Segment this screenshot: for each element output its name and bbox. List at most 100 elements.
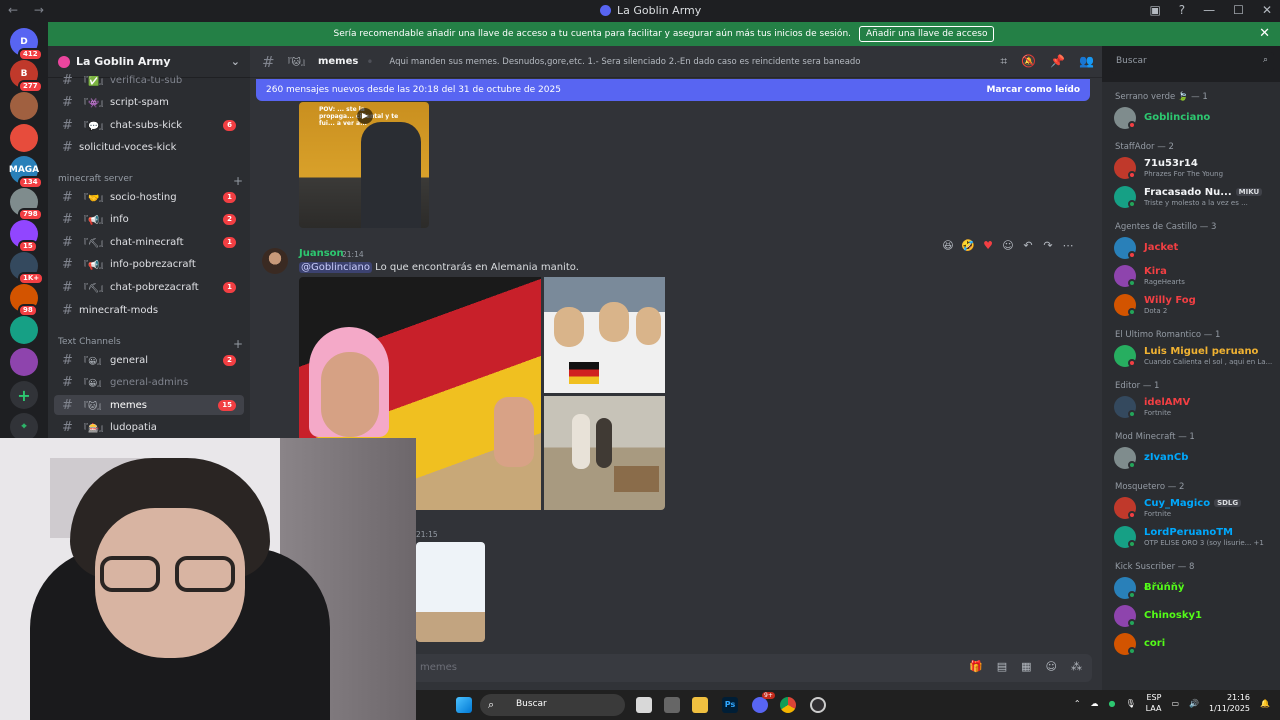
channel-chat-subs-kick[interactable]: # 『💬』 chat-subs-kick 6: [54, 115, 244, 135]
member-item[interactable]: Chinosky1: [1114, 604, 1274, 628]
channel-socio-hosting[interactable]: # 『🤝』 socio-hosting 1: [54, 187, 244, 207]
mic-icon[interactable]: 🎙: [1126, 699, 1136, 708]
tray-app-icon[interactable]: ●: [1109, 699, 1116, 708]
channel-memes[interactable]: # 『🐱』 memes 15: [54, 395, 244, 416]
channel-general[interactable]: # 『😀』 general 2: [54, 350, 244, 370]
channel-emoji: 『📢』: [79, 261, 109, 272]
member-item[interactable]: idelAMV Fortnite: [1114, 395, 1274, 419]
server-icon[interactable]: [10, 92, 38, 120]
language-indicator[interactable]: ESP LAA: [1146, 692, 1162, 714]
pin-icon[interactable]: 📌: [1050, 54, 1065, 69]
forward-icon[interactable]: ↷: [1040, 239, 1056, 252]
avatar[interactable]: [262, 248, 288, 274]
rofl-emoji-icon[interactable]: 🤣: [960, 239, 976, 252]
message-input[interactable]: memes 🎁 ▤ ▦ ☺ ⁂: [410, 654, 1092, 682]
member-item[interactable]: Goblinciano: [1114, 106, 1274, 130]
member-item[interactable]: Luis Miguel peruano Cuando Calienta el so…: [1114, 344, 1274, 368]
maximize-button[interactable]: ☐: [1233, 3, 1244, 17]
sticker-icon[interactable]: ▦: [1021, 660, 1031, 673]
plus-icon[interactable]: +: [233, 337, 243, 351]
inbox-icon[interactable]: ▣: [1149, 3, 1160, 17]
role-header: Agentes de Castillo — 3: [1115, 222, 1217, 232]
add-reaction-icon[interactable]: ☺: [1000, 239, 1016, 252]
channel-minecraft-mods[interactable]: # minecraft-mods: [54, 300, 244, 320]
laugh-emoji-icon[interactable]: 😆: [940, 239, 956, 252]
chevron-up-icon[interactable]: ⌃: [1074, 699, 1081, 708]
member-item[interactable]: Jacket: [1114, 236, 1274, 260]
member-name-text: Luis Miguel peruano: [1144, 346, 1259, 357]
category-minecraft[interactable]: minecraft server +: [58, 174, 243, 188]
banner-close-icon[interactable]: ✕: [1259, 26, 1270, 41]
channel-ludopatia[interactable]: # 『🎰』 ludopatia: [54, 418, 244, 438]
channel-info[interactable]: # 『📢』 info 2: [54, 210, 244, 230]
member-name: Ƀřŭńňÿ: [1144, 582, 1184, 593]
reply-icon[interactable]: ↶: [1020, 239, 1036, 252]
channel-verifica-tu-sub[interactable]: # 『✅』 verifica-tu-sub: [54, 70, 244, 90]
user-mention[interactable]: @Goblinciano: [299, 262, 372, 273]
notifications-icon[interactable]: 🔔: [1260, 699, 1270, 708]
start-icon[interactable]: [456, 697, 472, 713]
members-icon[interactable]: 👥: [1079, 54, 1094, 69]
onedrive-icon[interactable]: ☁: [1091, 699, 1099, 708]
image-attachment-next[interactable]: [416, 542, 485, 642]
channel-general-admins[interactable]: # 『😀』 general-admins: [54, 373, 244, 393]
server-icon[interactable]: [10, 124, 38, 152]
play-icon[interactable]: ▶: [357, 108, 373, 124]
explore-icon[interactable]: ⌖: [10, 413, 38, 441]
add-passkey-button[interactable]: Añadir una llave de acceso: [859, 26, 995, 42]
minimize-button[interactable]: —: [1203, 3, 1215, 17]
photoshop-icon[interactable]: Ps: [722, 697, 738, 713]
add-server-icon[interactable]: +: [10, 381, 38, 409]
discord-icon[interactable]: [752, 697, 768, 713]
plus-icon[interactable]: +: [233, 174, 243, 188]
search-input[interactable]: Buscar ⌕: [1110, 52, 1274, 72]
server-icon[interactable]: [10, 348, 38, 376]
taskbar-search[interactable]: ⌕ Buscar: [480, 694, 625, 716]
notifications-icon[interactable]: 🔕: [1021, 54, 1036, 69]
mark-as-read-button[interactable]: Marcar como leído: [986, 85, 1080, 95]
channel-solicitud-voces-kick[interactable]: # solicitud-voces-kick: [54, 138, 244, 158]
member-item[interactable]: Cuy_Magico SDLG Fortnite: [1114, 496, 1274, 520]
member-item[interactable]: Kira RageHearts: [1114, 264, 1274, 288]
close-button[interactable]: ✕: [1262, 3, 1272, 17]
member-item[interactable]: LordPeruanoTM OTP ELISE ORO 3 (soy lisuri…: [1114, 525, 1274, 549]
new-messages-bar[interactable]: 260 mensajes nuevos desde las 20:18 del …: [256, 79, 1090, 101]
channel-info-pobrezacraft[interactable]: # 『📢』 info-pobrezacraft: [54, 255, 244, 275]
category-text-channels[interactable]: Text Channels +: [58, 337, 243, 351]
file-explorer-icon[interactable]: [692, 697, 708, 713]
channel-topic[interactable]: Aqui manden sus memes. Desnudos,gore,etc…: [389, 57, 860, 67]
channel-script-spam[interactable]: # 『👾』 script-spam: [54, 93, 244, 113]
member-item[interactable]: 71u53r14 Phrazes For The Young: [1114, 156, 1274, 180]
status-indicator: [1128, 511, 1136, 519]
channel-chat-minecraft[interactable]: # 『⛏』 chat-minecraft 1: [54, 232, 244, 252]
member-item[interactable]: Fracasado Nu... MIKU Triste y molesto a la…: [1114, 185, 1274, 209]
nav-arrows[interactable]: ← →: [8, 3, 50, 17]
network-icon[interactable]: ▭: [1171, 699, 1179, 708]
clock[interactable]: 21:16 1/11/2025: [1209, 692, 1250, 714]
more-icon[interactable]: ⋯: [1060, 239, 1076, 252]
volume-icon[interactable]: 🔊: [1189, 699, 1199, 708]
channel-emoji: 『🐱』: [79, 401, 107, 412]
chrome-icon[interactable]: [780, 697, 796, 713]
gift-icon[interactable]: 🎁: [969, 660, 983, 673]
image-attachment-3[interactable]: [544, 396, 665, 510]
server-icon[interactable]: [10, 316, 38, 344]
taskview-icon[interactable]: [636, 697, 652, 713]
video-attachment[interactable]: POV: ... ste la propaga... cidental y te…: [299, 102, 429, 228]
heart-emoji-icon[interactable]: ♥: [980, 239, 996, 252]
member-item[interactable]: Ƀřŭńňÿ: [1114, 576, 1274, 600]
emoji-icon[interactable]: ☺: [1046, 660, 1057, 673]
message-author[interactable]: Juanson: [299, 248, 344, 259]
gif-icon[interactable]: ▤: [997, 660, 1007, 673]
member-item[interactable]: zIvanCb: [1114, 446, 1274, 470]
server-icon: [58, 55, 70, 68]
apps-icon[interactable]: ⁂: [1071, 660, 1082, 673]
help-icon[interactable]: ?: [1179, 3, 1185, 17]
obs-icon[interactable]: [810, 697, 826, 713]
channel-chat-pobrezacraft[interactable]: # 『⛏』 chat-pobrezacraft 1: [54, 277, 244, 297]
image-attachment-2[interactable]: [544, 277, 665, 393]
threads-icon[interactable]: ⌗: [1000, 54, 1007, 69]
member-item[interactable]: cori: [1114, 632, 1274, 656]
app-icon[interactable]: [664, 697, 680, 713]
member-item[interactable]: Willy Fog Dota 2: [1114, 293, 1274, 317]
